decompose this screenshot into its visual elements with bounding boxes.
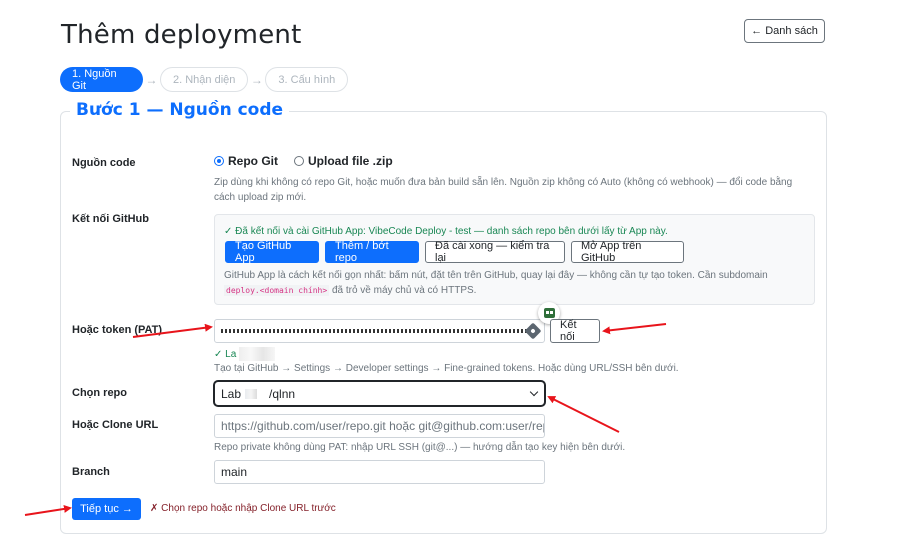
continue-button[interactable]: Tiếp tục → <box>72 498 141 520</box>
step-detect[interactable]: 2. Nhận diện <box>160 67 249 92</box>
step-indicator: 1. Nguồn Git → 2. Nhận diện → 3. Cấu hìn… <box>60 67 349 92</box>
step-git-source[interactable]: 1. Nguồn Git <box>60 67 143 92</box>
open-github-app-button[interactable]: Mở App trên GitHub <box>571 240 684 264</box>
github-help-text: GitHub App là cách kết nối gọn nhất: bấm… <box>224 270 768 281</box>
branch-input[interactable]: main <box>214 460 545 484</box>
page-title: Thêm deployment <box>61 20 302 50</box>
clone-url-label: Hoặc Clone URL <box>72 419 159 431</box>
repo-select-prefix: Lab <box>221 386 242 401</box>
token-help: Tạo tại GitHub → Settings → Developer se… <box>214 363 679 374</box>
source-help: Zip dùng khi không có repo Git, hoặc muố… <box>214 177 793 203</box>
step-separator: → <box>250 72 263 87</box>
radio-repo-git-label: Repo Git <box>228 154 278 168</box>
radio-upload-zip-label: Upload file .zip <box>308 154 393 168</box>
github-status: ✓ Đã kết nối và cài GitHub App: VibeCode… <box>224 226 668 237</box>
repo-select[interactable]: Lab /qlnn <box>214 381 545 406</box>
github-label: Kết nối GitHub <box>72 213 149 225</box>
connect-token-button[interactable]: Kết nối <box>550 319 600 343</box>
radio-checked-icon <box>214 156 224 166</box>
token-status: ✓ La <box>214 347 276 361</box>
branch-label: Branch <box>72 466 110 478</box>
robot-face-icon <box>543 308 555 318</box>
radio-repo-git[interactable]: Repo Git <box>214 154 278 168</box>
radio-upload-zip[interactable]: Upload file .zip <box>294 154 393 168</box>
validation-warning: ✗ Chọn repo hoặc nhập Clone URL trước <box>150 503 336 514</box>
github-help: GitHub App là cách kết nối gọn nhất: bấm… <box>224 268 809 298</box>
radio-unchecked-icon <box>294 156 304 166</box>
github-actions: Tạo GitHub App Thêm / bớt repo Đã cài xo… <box>225 240 684 264</box>
token-label: Hoặc token (PAT) <box>72 324 163 336</box>
source-label: Nguồn code <box>72 157 136 169</box>
check-install-button[interactable]: Đã cài xong — kiểm tra lại <box>425 240 565 264</box>
github-connect-panel: ✓ Đã kết nối và cài GitHub App: VibeCode… <box>214 214 815 305</box>
repo-label: Chọn repo <box>72 387 127 399</box>
clone-url-help: Repo private không dùng PAT: nhập URL SS… <box>214 442 626 453</box>
create-github-app-button[interactable]: Tạo GitHub App <box>225 240 319 264</box>
step-config[interactable]: 3. Cấu hình <box>265 67 349 92</box>
step-separator: → <box>145 72 158 87</box>
repo-select-suffix: /qlnn <box>269 386 296 401</box>
password-mask <box>221 329 529 333</box>
source-radio-group: Repo Git Upload file .zip <box>214 154 393 168</box>
github-help-text-after: đã trỏ về máy chủ và có HTTPS. <box>331 285 477 296</box>
chevron-down-icon <box>529 387 539 397</box>
redacted-region <box>239 347 276 361</box>
subdomain-code: deploy.<domain chính> <box>224 285 330 296</box>
section-legend: Bước 1 — Nguồn code <box>70 100 290 120</box>
token-input[interactable] <box>214 319 545 343</box>
password-manager-icon[interactable] <box>524 322 542 340</box>
back-to-list-button[interactable]: ← Danh sách <box>744 19 825 43</box>
token-status-text: ✓ La <box>214 348 237 360</box>
clone-url-input[interactable]: https://github.com/user/repo.git hoặc gi… <box>214 414 545 438</box>
redacted-region <box>245 388 258 399</box>
add-remove-repo-button[interactable]: Thêm / bớt repo <box>325 240 419 264</box>
